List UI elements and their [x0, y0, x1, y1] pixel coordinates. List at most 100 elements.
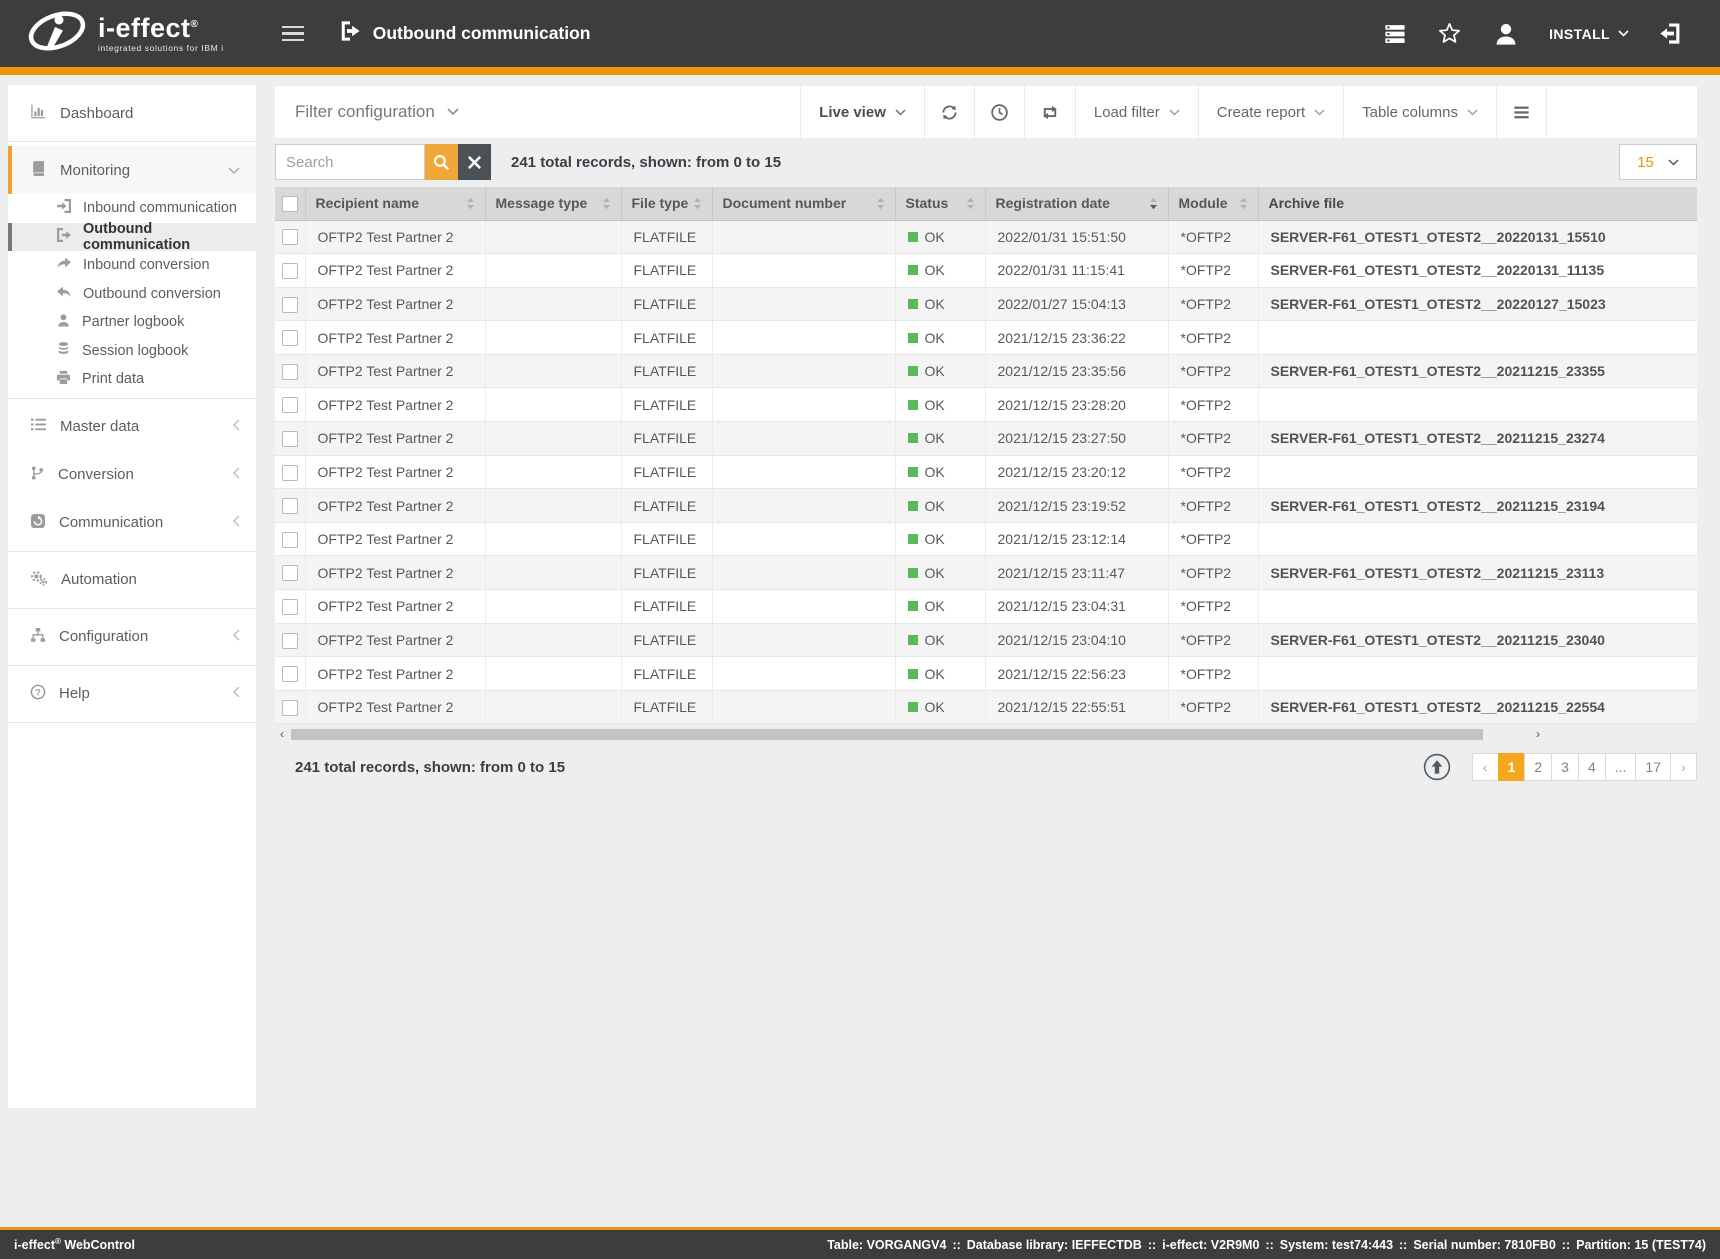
pagination-prev[interactable]: ‹	[1472, 753, 1499, 781]
cell-status: OK	[895, 220, 985, 254]
page-size-select[interactable]: 15	[1619, 144, 1697, 180]
row-checkbox[interactable]	[282, 229, 298, 245]
cell-registration-date: 2021/12/15 22:56:23	[985, 657, 1168, 691]
sidebar-item-configuration[interactable]: Configuration	[8, 613, 256, 661]
favorite-star-icon[interactable]	[1422, 22, 1477, 45]
search-button[interactable]	[425, 144, 458, 180]
brand-logo[interactable]: i-effect® integrated solutions for IBM i	[26, 7, 224, 60]
column-header-status[interactable]: Status	[895, 187, 985, 220]
sidebar-item-help[interactable]: ?Help	[8, 670, 256, 718]
table-row[interactable]: OFTP2 Test Partner 2FLATFILEOK2021/12/15…	[275, 590, 1697, 624]
footer-segment: i-effect: V2R9M0	[1162, 1238, 1259, 1252]
column-header-recipient_name[interactable]: Recipient name	[305, 187, 485, 220]
scrollbar-thumb[interactable]	[291, 729, 1483, 740]
schedule-button[interactable]	[974, 86, 1024, 138]
table-columns-button[interactable]: Table columns	[1343, 86, 1496, 138]
sidebar-item-dashboard[interactable]: Dashboard	[8, 89, 256, 137]
row-checkbox[interactable]	[282, 700, 298, 716]
pagination-next[interactable]: ›	[1670, 753, 1697, 781]
table-row[interactable]: OFTP2 Test Partner 2FLATFILEOK2021/12/15…	[275, 354, 1697, 388]
filter-configuration-dropdown[interactable]: Filter configuration	[275, 86, 459, 138]
cell-registration-date: 2021/12/15 23:19:52	[985, 489, 1168, 523]
row-checkbox[interactable]	[282, 498, 298, 514]
status-ok-indicator	[908, 635, 918, 645]
scroll-right-arrow[interactable]: ›	[1531, 727, 1545, 741]
table-row[interactable]: OFTP2 Test Partner 2FLATFILEOK2022/01/27…	[275, 287, 1697, 321]
row-checkbox[interactable]	[282, 263, 298, 279]
table-row[interactable]: OFTP2 Test Partner 2FLATFILEOK2021/12/15…	[275, 489, 1697, 523]
pagination-page-17[interactable]: 17	[1635, 753, 1671, 781]
row-checkbox[interactable]	[282, 397, 298, 413]
table-row[interactable]: OFTP2 Test Partner 2FLATFILEOK2021/12/15…	[275, 623, 1697, 657]
list-view-button[interactable]	[1496, 86, 1547, 138]
row-checkbox[interactable]	[282, 431, 298, 447]
sidebar-item-communication[interactable]: Communication	[8, 499, 256, 547]
sidebar-item-inbound-communication[interactable]: Inbound communication	[8, 194, 256, 223]
row-checkbox[interactable]	[282, 532, 298, 548]
pagination-page-1[interactable]: 1	[1498, 753, 1526, 781]
scroll-left-arrow[interactable]: ‹	[275, 727, 289, 741]
sidebar-item-partner-logbook[interactable]: Partner logbook	[8, 308, 256, 337]
refresh-button[interactable]	[924, 86, 974, 138]
pagination-page-...[interactable]: ...	[1605, 753, 1637, 781]
transfer-button[interactable]	[1024, 86, 1075, 138]
row-checkbox[interactable]	[282, 465, 298, 481]
table-row[interactable]: OFTP2 Test Partner 2FLATFILEOK2021/12/15…	[275, 455, 1697, 489]
column-header-document_number[interactable]: Document number	[712, 187, 895, 220]
data-table-container: Recipient nameMessage typeFile typeDocum…	[275, 187, 1697, 724]
table-row[interactable]: OFTP2 Test Partner 2FLATFILEOK2021/12/15…	[275, 522, 1697, 556]
sidebar-item-monitoring[interactable]: Monitoring	[8, 146, 256, 194]
sidebar-item-automation[interactable]: Automation	[8, 556, 256, 604]
logout-icon[interactable]	[1643, 22, 1698, 45]
load-filter-button[interactable]: Load filter	[1075, 86, 1198, 138]
cell-message-type	[485, 489, 621, 523]
search-input[interactable]	[275, 144, 425, 180]
sidebar-item-session-logbook[interactable]: Session logbook	[8, 337, 256, 366]
row-checkbox[interactable]	[282, 364, 298, 380]
sidebar-item-conversion[interactable]: Conversion	[8, 451, 256, 499]
row-checkbox[interactable]	[282, 599, 298, 615]
table-row[interactable]: OFTP2 Test Partner 2FLATFILEOK2021/12/15…	[275, 422, 1697, 456]
sidebar-item-outbound-communication[interactable]: Outbound communication	[8, 223, 256, 252]
menu-toggle-icon[interactable]	[276, 16, 310, 52]
cell-recipient-name: OFTP2 Test Partner 2	[305, 220, 485, 254]
live-view-button[interactable]: Live view	[800, 86, 924, 138]
sidebar-item-master-data[interactable]: Master data	[8, 403, 256, 451]
table-row[interactable]: OFTP2 Test Partner 2FLATFILEOK2021/12/15…	[275, 388, 1697, 422]
column-header-message_type[interactable]: Message type	[485, 187, 621, 220]
create-report-button[interactable]: Create report	[1198, 86, 1343, 138]
sidebar-item-outbound-conversion[interactable]: Outbound conversion	[8, 280, 256, 309]
table-row[interactable]: OFTP2 Test Partner 2FLATFILEOK2022/01/31…	[275, 220, 1697, 254]
user-avatar-icon[interactable]	[1477, 21, 1535, 47]
column-header-archive_file[interactable]: Archive file	[1258, 187, 1697, 220]
clear-search-button[interactable]	[458, 144, 491, 180]
column-header-module[interactable]: Module	[1168, 187, 1258, 220]
cell-module: *OFTP2	[1168, 321, 1258, 355]
cell-registration-date: 2021/12/15 23:36:22	[985, 321, 1168, 355]
row-checkbox[interactable]	[282, 666, 298, 682]
table-row[interactable]: OFTP2 Test Partner 2FLATFILEOK2021/12/15…	[275, 556, 1697, 590]
scroll-to-top-button[interactable]	[1423, 753, 1451, 781]
column-header-registration_date[interactable]: Registration date	[985, 187, 1168, 220]
scrollbar-track[interactable]	[289, 729, 1531, 740]
select-all-checkbox[interactable]	[282, 196, 298, 212]
row-checkbox[interactable]	[282, 297, 298, 313]
table-row[interactable]: OFTP2 Test Partner 2FLATFILEOK2021/12/15…	[275, 321, 1697, 355]
table-row[interactable]: OFTP2 Test Partner 2FLATFILEOK2022/01/31…	[275, 254, 1697, 288]
row-checkbox[interactable]	[282, 633, 298, 649]
pagination-page-4[interactable]: 4	[1578, 753, 1606, 781]
cell-document-number	[712, 590, 895, 624]
pagination-page-3[interactable]: 3	[1551, 753, 1579, 781]
user-menu-install[interactable]: INSTALL	[1535, 26, 1643, 42]
sort-icon	[602, 197, 611, 210]
table-row[interactable]: OFTP2 Test Partner 2FLATFILEOK2021/12/15…	[275, 690, 1697, 724]
column-header-file_type[interactable]: File type	[621, 187, 712, 220]
row-checkbox[interactable]	[282, 330, 298, 346]
status-ok-indicator	[908, 232, 918, 242]
table-row[interactable]: OFTP2 Test Partner 2FLATFILEOK2021/12/15…	[275, 657, 1697, 691]
row-checkbox[interactable]	[282, 565, 298, 581]
pagination-page-2[interactable]: 2	[1524, 753, 1552, 781]
sidebar-item-print-data[interactable]: Print data	[8, 365, 256, 394]
sidebar-item-inbound-conversion[interactable]: Inbound conversion	[8, 251, 256, 280]
server-icon[interactable]	[1368, 23, 1422, 45]
